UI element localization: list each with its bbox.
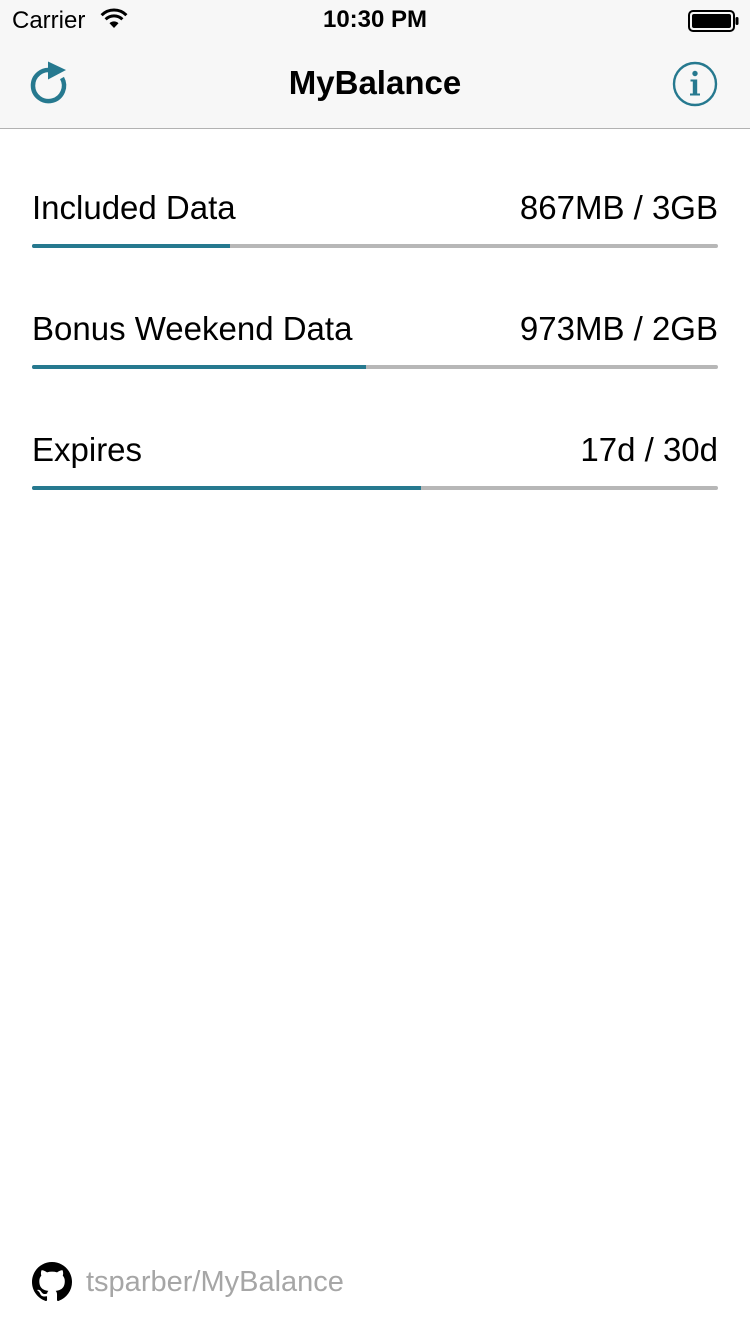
top-bar: Carrier 10:30 PM MyBalance: [0, 0, 750, 129]
github-link[interactable]: tsparber/MyBalance: [32, 1262, 452, 1302]
balance-label: Expires: [32, 431, 143, 468]
status-time: 10:30 PM: [322, 6, 428, 33]
progress-track: [32, 365, 718, 369]
balance-value: 17d / 30d: [580, 431, 718, 468]
navigation-bar: MyBalance: [0, 40, 750, 128]
balance-value: 867MB / 3GB: [519, 189, 718, 226]
balance-value: 973MB / 2GB: [519, 310, 718, 347]
app-screen: Carrier 10:30 PM MyBalance Included Data…: [0, 0, 750, 1334]
github-link-text[interactable]: tsparber/MyBalance: [86, 1266, 344, 1299]
balance-row-bonus-weekend-data: Bonus Weekend Data 973MB / 2GB: [32, 310, 718, 370]
progress-track: [32, 244, 718, 248]
progress-fill: [32, 486, 421, 490]
progress-fill: [32, 365, 367, 369]
progress-fill: [32, 244, 231, 248]
battery-full-icon: [688, 10, 739, 32]
page-title: MyBalance: [288, 64, 462, 101]
github-icon: [32, 1262, 72, 1302]
progress-track: [32, 486, 718, 490]
balance-row-expires: Expires 17d / 30d: [32, 431, 718, 491]
status-bar: Carrier 10:30 PM: [0, 0, 750, 40]
info-icon[interactable]: [672, 61, 718, 107]
balance-label: Bonus Weekend Data: [32, 310, 353, 347]
balance-label: Included Data: [32, 189, 236, 226]
balance-row-included-data: Included Data 867MB / 3GB: [32, 189, 718, 249]
